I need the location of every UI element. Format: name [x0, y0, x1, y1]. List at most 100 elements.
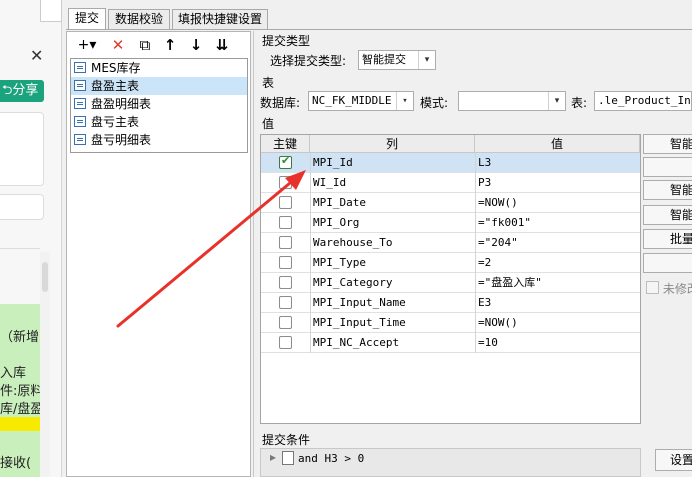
list-item[interactable]: 盘亏主表	[71, 113, 247, 131]
submit-type-heading: 提交类型	[262, 34, 311, 48]
move-up-icon[interactable]: ↑	[161, 36, 179, 54]
document-icon	[282, 451, 294, 465]
column-cell[interactable]: WI_Id	[313, 173, 471, 193]
list-item[interactable]: 盘盈明细表	[71, 95, 247, 113]
value-cell[interactable]: E3	[478, 293, 636, 313]
column-cell[interactable]: MPI_Input_Name	[313, 293, 471, 313]
tab-submit[interactable]: 提交	[68, 8, 106, 30]
side-button-2[interactable]	[643, 157, 692, 177]
condition-settings-button[interactable]: 设置	[655, 449, 692, 471]
condition-item[interactable]: and H3 > 0	[298, 452, 364, 465]
condition-heading: 提交条件	[262, 433, 311, 447]
chevron-down-icon: ▾	[396, 92, 413, 110]
schema-label: 模式:	[420, 96, 449, 110]
smart-button-4[interactable]: 智能	[643, 205, 692, 225]
column-cell[interactable]: MPI_Category	[313, 273, 471, 293]
batch-button[interactable]: 批量	[643, 229, 692, 249]
value-cell[interactable]: =NOW()	[478, 193, 636, 213]
primary-key-checkbox[interactable]	[279, 256, 292, 269]
primary-key-checkbox[interactable]	[279, 216, 292, 229]
primary-key-checkbox[interactable]	[279, 336, 292, 349]
bg-text-line: 入库	[0, 366, 27, 381]
smart-button-1[interactable]: 智能	[643, 134, 692, 154]
column-cell[interactable]: MPI_Id	[313, 153, 471, 173]
list-item[interactable]: 盘盈主表	[71, 77, 247, 95]
grid-column-divider	[475, 153, 476, 353]
submit-type-label: 选择提交类型:	[270, 54, 347, 68]
column-header-value[interactable]: 值	[475, 135, 640, 153]
smart-button-3[interactable]: 智能	[643, 180, 692, 200]
bg-yellow-strip	[0, 417, 40, 431]
value-grid: 主键 列 值 MPI_IdL3WI_IdP3MPI_Date=NOW()MPI_…	[260, 134, 641, 424]
list-item[interactable]: MES库存	[71, 59, 247, 77]
table-label: 表:	[571, 96, 588, 110]
value-cell[interactable]: ="204"	[478, 233, 636, 253]
value-cell[interactable]: P3	[478, 173, 636, 193]
submit-table-list: MES库存 盘盈主表 盘盈明细表 盘亏主表 盘亏明细表	[70, 58, 248, 153]
table-row[interactable]: MPI_Type =2	[261, 253, 640, 273]
column-cell[interactable]: MPI_Org	[313, 213, 471, 233]
list-item[interactable]: 盘亏明细表	[71, 131, 247, 149]
tab-data-validation[interactable]: 数据校验	[108, 9, 170, 29]
value-cell[interactable]: ="盘盈入库"	[478, 273, 636, 293]
table-icon	[74, 116, 86, 127]
primary-key-checkbox[interactable]	[279, 316, 292, 329]
table-row[interactable]: MPI_Date =NOW()	[261, 193, 640, 213]
primary-key-checkbox[interactable]	[279, 236, 292, 249]
primary-key-checkbox[interactable]	[279, 276, 292, 289]
move-down-icon[interactable]: ↓	[187, 36, 205, 54]
column-cell[interactable]: MPI_Input_Time	[313, 313, 471, 333]
column-cell[interactable]: MPI_Date	[313, 193, 471, 213]
database-label: 数据库:	[260, 96, 301, 110]
primary-key-checkbox[interactable]	[279, 196, 292, 209]
table-row[interactable]: MPI_Category ="盘盈入库"	[261, 273, 640, 293]
table-row[interactable]: MPI_Input_Name E3	[261, 293, 640, 313]
table-row[interactable]: WI_Id P3	[261, 173, 640, 193]
value-cell[interactable]: =10	[478, 333, 636, 353]
value-cell[interactable]: =2	[478, 253, 636, 273]
column-header-key[interactable]: 主键	[261, 135, 310, 153]
share-label: 分享	[12, 83, 39, 98]
primary-key-checkbox[interactable]	[279, 296, 292, 309]
chevron-down-icon: ▾	[418, 51, 435, 69]
table-heading: 表	[262, 76, 275, 90]
delete-icon[interactable]: ✕	[109, 36, 127, 54]
table-row[interactable]: MPI_Id L3	[261, 153, 640, 173]
submit-type-select[interactable]: 智能提交 ▾	[358, 50, 436, 70]
table-row[interactable]: Warehouse_To ="204"	[261, 233, 640, 253]
table-row[interactable]: MPI_Input_Time =NOW()	[261, 313, 640, 333]
bg-text-line: 库/盘盈	[0, 402, 40, 417]
table-icon	[74, 98, 86, 109]
close-icon[interactable]: ✕	[30, 48, 46, 64]
column-cell[interactable]: Warehouse_To	[313, 233, 471, 253]
bg-input[interactable]	[0, 194, 44, 220]
move-bottom-icon[interactable]: ⇊	[213, 36, 231, 54]
table-row[interactable]: MPI_Org ="fk001"	[261, 213, 640, 233]
divider	[0, 248, 40, 249]
bg-text-line: （新增)	[0, 330, 40, 345]
table-icon	[74, 62, 86, 73]
database-select[interactable]: NC_FK_MIDDLE ▾	[308, 91, 414, 111]
column-header-column[interactable]: 列	[310, 135, 475, 153]
value-cell[interactable]: =NOW()	[478, 313, 636, 333]
grid-body: MPI_Id L3 WI_Id P3 MPI_Date =NOW() MPI_Org ="fk…	[261, 153, 640, 353]
value-cell[interactable]: L3	[478, 153, 636, 173]
table-select[interactable]: .le_Product_In	[594, 91, 692, 111]
schema-select[interactable]: ▾	[458, 91, 566, 111]
checkbox-box	[646, 281, 659, 294]
unmodified-checkbox[interactable]: 未修改	[646, 280, 692, 296]
bg-top-box	[40, 0, 62, 22]
primary-key-checkbox[interactable]	[279, 176, 292, 189]
tab-shortcut-settings[interactable]: 填报快捷键设置	[172, 9, 268, 29]
value-cell[interactable]: ="fk001"	[478, 213, 636, 233]
bg-text-line: 件:原料	[0, 384, 40, 399]
side-button-6[interactable]	[643, 253, 692, 273]
table-row[interactable]: MPI_NC_Accept =10	[261, 333, 640, 353]
add-icon[interactable]: +▾	[74, 36, 100, 54]
copy-icon[interactable]: ⧉	[136, 36, 154, 54]
column-cell[interactable]: MPI_Type	[313, 253, 471, 273]
share-button[interactable]: ⮌分享	[0, 80, 44, 102]
column-cell[interactable]: MPI_NC_Accept	[313, 333, 471, 353]
primary-key-checkbox[interactable]	[279, 154, 292, 169]
bg-scrollbar-thumb[interactable]	[42, 262, 48, 292]
